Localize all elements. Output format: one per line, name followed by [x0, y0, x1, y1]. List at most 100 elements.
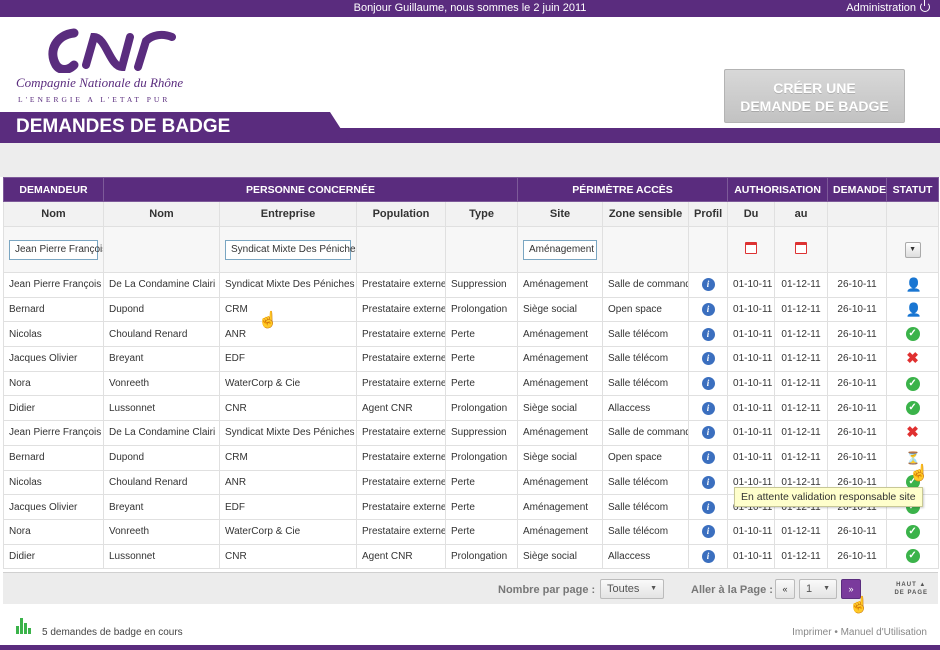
create-button-line1: CRÉER UNE — [773, 80, 856, 96]
info-icon[interactable]: i — [701, 451, 715, 465]
demande-date-cell: 26-10-11 — [827, 395, 888, 422]
population-cell: Agent CNR — [356, 543, 446, 570]
demandeur-cell: Jacques Olivier — [3, 494, 104, 520]
page-title: DEMANDES DE BADGE — [16, 116, 231, 137]
page-number: 1 — [806, 583, 813, 595]
population-cell: Prestataire externe — [356, 494, 446, 520]
nom-cell: Dupond — [103, 296, 220, 323]
col-population[interactable]: Population — [356, 201, 446, 227]
au-cell: 01-12-11 — [774, 370, 829, 397]
demande-date-cell: 26-10-11 — [827, 444, 888, 471]
info-icon[interactable]: i — [701, 377, 715, 391]
col-du[interactable]: Du — [727, 201, 776, 227]
header: Compagnie Nationale du Rhône L'ENERGIE A… — [0, 17, 940, 123]
type-cell: Prolongation — [444, 444, 519, 471]
nom-cell: Vonreeth — [103, 370, 220, 397]
info-icon[interactable]: i — [701, 475, 715, 489]
prev-page-button[interactable]: « — [775, 579, 795, 599]
filter-entreprise-input[interactable]: Syndicat Mixte Des Péniches — [225, 239, 356, 260]
table-row[interactable]: Didier Lussonnet CNR Agent CNR Prolongation S… — [3, 543, 940, 570]
top-bar: Bonjour Guillaume, nous sommes le 2 juin… — [0, 0, 940, 17]
cross-icon[interactable]: ✖ — [906, 425, 920, 440]
table-row[interactable]: Bernard Dupond CRM Prestataire externe Prolo… — [3, 444, 940, 471]
table-row[interactable]: Jean Pierre François De La Condamine Clai… — [3, 420, 940, 446]
col-zone[interactable]: Zone sensible — [602, 201, 690, 227]
group-authorisation: AUTHORISATION — [727, 177, 829, 202]
type-cell: Suppression — [444, 420, 519, 446]
population-cell: Prestataire externe — [356, 444, 446, 471]
nom-cell: Lussonnet — [103, 395, 220, 422]
user-icon[interactable]: 👤 — [906, 302, 922, 317]
info-icon[interactable]: i — [701, 549, 715, 563]
table-row[interactable]: Didier Lussonnet CNR Agent CNR Prolongation S… — [3, 395, 940, 422]
info-icon[interactable]: i — [701, 278, 715, 292]
col-site[interactable]: Site — [517, 201, 604, 227]
info-icon[interactable]: i — [701, 401, 715, 415]
profil-cell: i — [688, 321, 729, 348]
nom-cell: Lussonnet — [103, 543, 220, 570]
cross-icon[interactable]: ✖ — [906, 351, 920, 366]
zone-cell: Allaccess — [602, 543, 690, 570]
table-row[interactable]: Jacques Olivier Breyant EDF Prestataire ext… — [3, 346, 940, 372]
filter-demandeur-input[interactable]: Jean Pierre François — [9, 239, 103, 260]
per-page-select[interactable]: Toutes ▼ — [600, 579, 664, 599]
nom-cell: Chouland Renard — [103, 321, 220, 348]
profil-cell: i — [688, 346, 729, 372]
type-cell: Suppression — [444, 272, 519, 298]
status-filter-dropdown[interactable]: ▼ — [904, 241, 921, 258]
column-header-row: Nom Nom Entreprise Population Type Site … — [3, 201, 940, 227]
demandeur-cell: Bernard — [3, 296, 104, 323]
nom-cell: Breyant — [103, 494, 220, 520]
col-entreprise[interactable]: Entreprise — [219, 201, 357, 227]
info-icon[interactable]: i — [701, 327, 715, 341]
col-au[interactable]: au — [774, 201, 829, 227]
nom-cell: De La Condamine Clairi — [103, 420, 220, 446]
statut-cell: ✓ — [886, 518, 940, 545]
info-icon[interactable]: i — [701, 500, 715, 514]
statut-cell: ✖ — [886, 346, 940, 372]
back-to-top-link[interactable]: HAUT ▲ DE PAGE — [894, 581, 928, 597]
check-icon[interactable]: ✓ — [905, 327, 920, 342]
check-icon[interactable]: ✓ — [905, 549, 920, 564]
statut-cell: 👤 — [886, 296, 940, 323]
col-nom[interactable]: Nom — [103, 201, 220, 227]
page-select[interactable]: 1 ▼ — [799, 579, 837, 599]
calendar-icon[interactable] — [745, 242, 758, 254]
sub-bar — [0, 143, 940, 177]
user-icon[interactable]: 👤 — [906, 277, 922, 292]
info-icon[interactable]: i — [701, 352, 715, 366]
demandeur-cell: Jean Pierre François — [3, 420, 104, 446]
status-tooltip: En attente validation responsable site — [734, 487, 923, 507]
table-row[interactable]: Bernard Dupond CRM Prestataire externe Prolo… — [3, 296, 940, 323]
info-icon[interactable]: i — [701, 426, 715, 440]
entreprise-cell: EDF — [219, 494, 357, 520]
au-cell: 01-12-11 — [774, 543, 829, 570]
footer-links[interactable]: Imprimer • Manuel d'Utilisation — [792, 627, 927, 638]
entreprise-cell: CNR — [219, 395, 357, 422]
filter-site-input[interactable]: Aménagement — [523, 239, 598, 260]
demande-date-cell: 26-10-11 — [827, 370, 888, 397]
check-icon[interactable]: ✓ — [905, 376, 920, 391]
type-cell: Prolongation — [444, 296, 519, 323]
zone-cell: Salle télécom — [602, 494, 690, 520]
info-icon[interactable]: i — [701, 303, 715, 317]
profil-cell: i — [688, 420, 729, 446]
check-icon[interactable]: ✓ — [905, 524, 920, 539]
table-row[interactable]: Nora Vonreeth WaterCorp & Cie Prestataire e… — [3, 518, 940, 545]
table-row[interactable]: Nicolas Chouland Renard ANR Prestataire ext… — [3, 321, 940, 348]
administration-link[interactable]: Administration — [846, 0, 930, 14]
col-profil[interactable]: Profil — [688, 201, 729, 227]
calendar-icon[interactable] — [795, 242, 808, 254]
cnr-logo-icon — [48, 28, 176, 73]
demandeur-cell: Jacques Olivier — [3, 346, 104, 372]
table-row[interactable]: Nora Vonreeth WaterCorp & Cie Prestataire e… — [3, 370, 940, 397]
au-cell: 01-12-11 — [774, 272, 829, 298]
power-icon[interactable] — [920, 0, 930, 12]
chevron-down-icon: ▼ — [650, 585, 657, 592]
table-row[interactable]: Jean Pierre François De La Condamine Clai… — [3, 272, 940, 298]
col-type[interactable]: Type — [444, 201, 519, 227]
info-icon[interactable]: i — [701, 525, 715, 539]
au-cell: 01-12-11 — [774, 420, 829, 446]
check-icon[interactable]: ✓ — [905, 401, 920, 416]
col-demandeur-nom[interactable]: Nom — [3, 201, 104, 227]
